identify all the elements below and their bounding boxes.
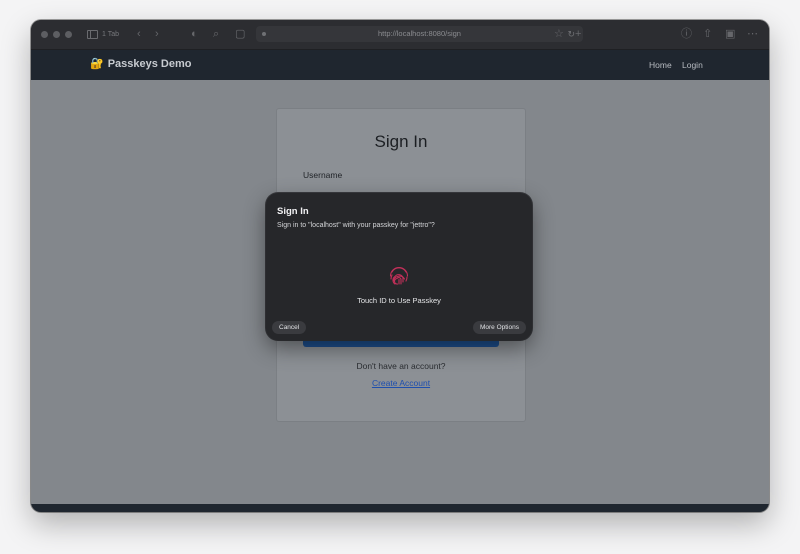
page-footer-bar	[31, 504, 769, 512]
tabs-count-label: 1 Tab	[102, 31, 119, 38]
close-window-button[interactable]	[41, 31, 48, 38]
brand[interactable]: 🔐 Passkeys Demo	[90, 57, 192, 71]
more-icon[interactable]: ⋯	[747, 28, 758, 40]
address-bar[interactable]: http://localhost:8080/sign ↻	[256, 26, 583, 42]
share-icon[interactable]: ⇧	[703, 28, 712, 40]
bookmark-star-icon[interactable]: ☆	[554, 28, 564, 40]
nav-link-home[interactable]: Home	[649, 60, 672, 70]
dialog-message: Sign in to "localhost" with your passkey…	[277, 222, 435, 229]
create-account-link[interactable]: Create Account	[277, 378, 525, 388]
new-tab-icon[interactable]: +	[575, 28, 581, 40]
cancel-button[interactable]: Cancel	[272, 321, 307, 334]
sidebar-icon	[87, 30, 98, 39]
tab-overview-button[interactable]: 1 Tab	[83, 28, 123, 41]
shield-icon[interactable]: ◐	[191, 28, 198, 40]
site-info-icon[interactable]	[262, 32, 266, 36]
signup-prompt: Don't have an account?	[356, 361, 446, 371]
browser-toolbar: 1 Tab ‹ › ◐ ⌕ ▢ http://localhost:8080/si…	[31, 20, 769, 50]
search-icon[interactable]: ⌕	[213, 28, 219, 40]
info-icon[interactable]: ⓘ	[681, 28, 692, 40]
forward-icon[interactable]: ›	[155, 28, 159, 40]
dialog-title: Sign In	[277, 206, 309, 217]
username-label: Username	[303, 170, 343, 180]
minimize-window-button[interactable]	[53, 31, 60, 38]
more-options-button[interactable]: More Options	[472, 321, 526, 334]
key-lock-icon: 🔐	[90, 58, 104, 70]
site-navbar: 🔐 Passkeys Demo Home Login	[31, 50, 769, 80]
fingerprint-icon[interactable]	[387, 263, 411, 287]
touch-id-prompt: Touch ID to Use Passkey	[357, 296, 441, 305]
nav-link-login[interactable]: Login	[682, 60, 703, 70]
passkey-dialog: Sign In Sign in to "localhost" with your…	[266, 193, 532, 340]
reload-icon[interactable]: ↻	[567, 26, 575, 42]
brand-name: Passkeys Demo	[107, 57, 192, 70]
zoom-window-button[interactable]	[65, 31, 72, 38]
sign-in-button[interactable]	[303, 341, 499, 347]
tabs-grid-icon[interactable]: ▣	[725, 28, 735, 40]
page-title: Sign In	[374, 132, 428, 151]
address-text: http://localhost:8080/sign	[378, 29, 461, 38]
reader-icon[interactable]: ▢	[235, 28, 245, 40]
back-icon[interactable]: ‹	[137, 28, 141, 40]
